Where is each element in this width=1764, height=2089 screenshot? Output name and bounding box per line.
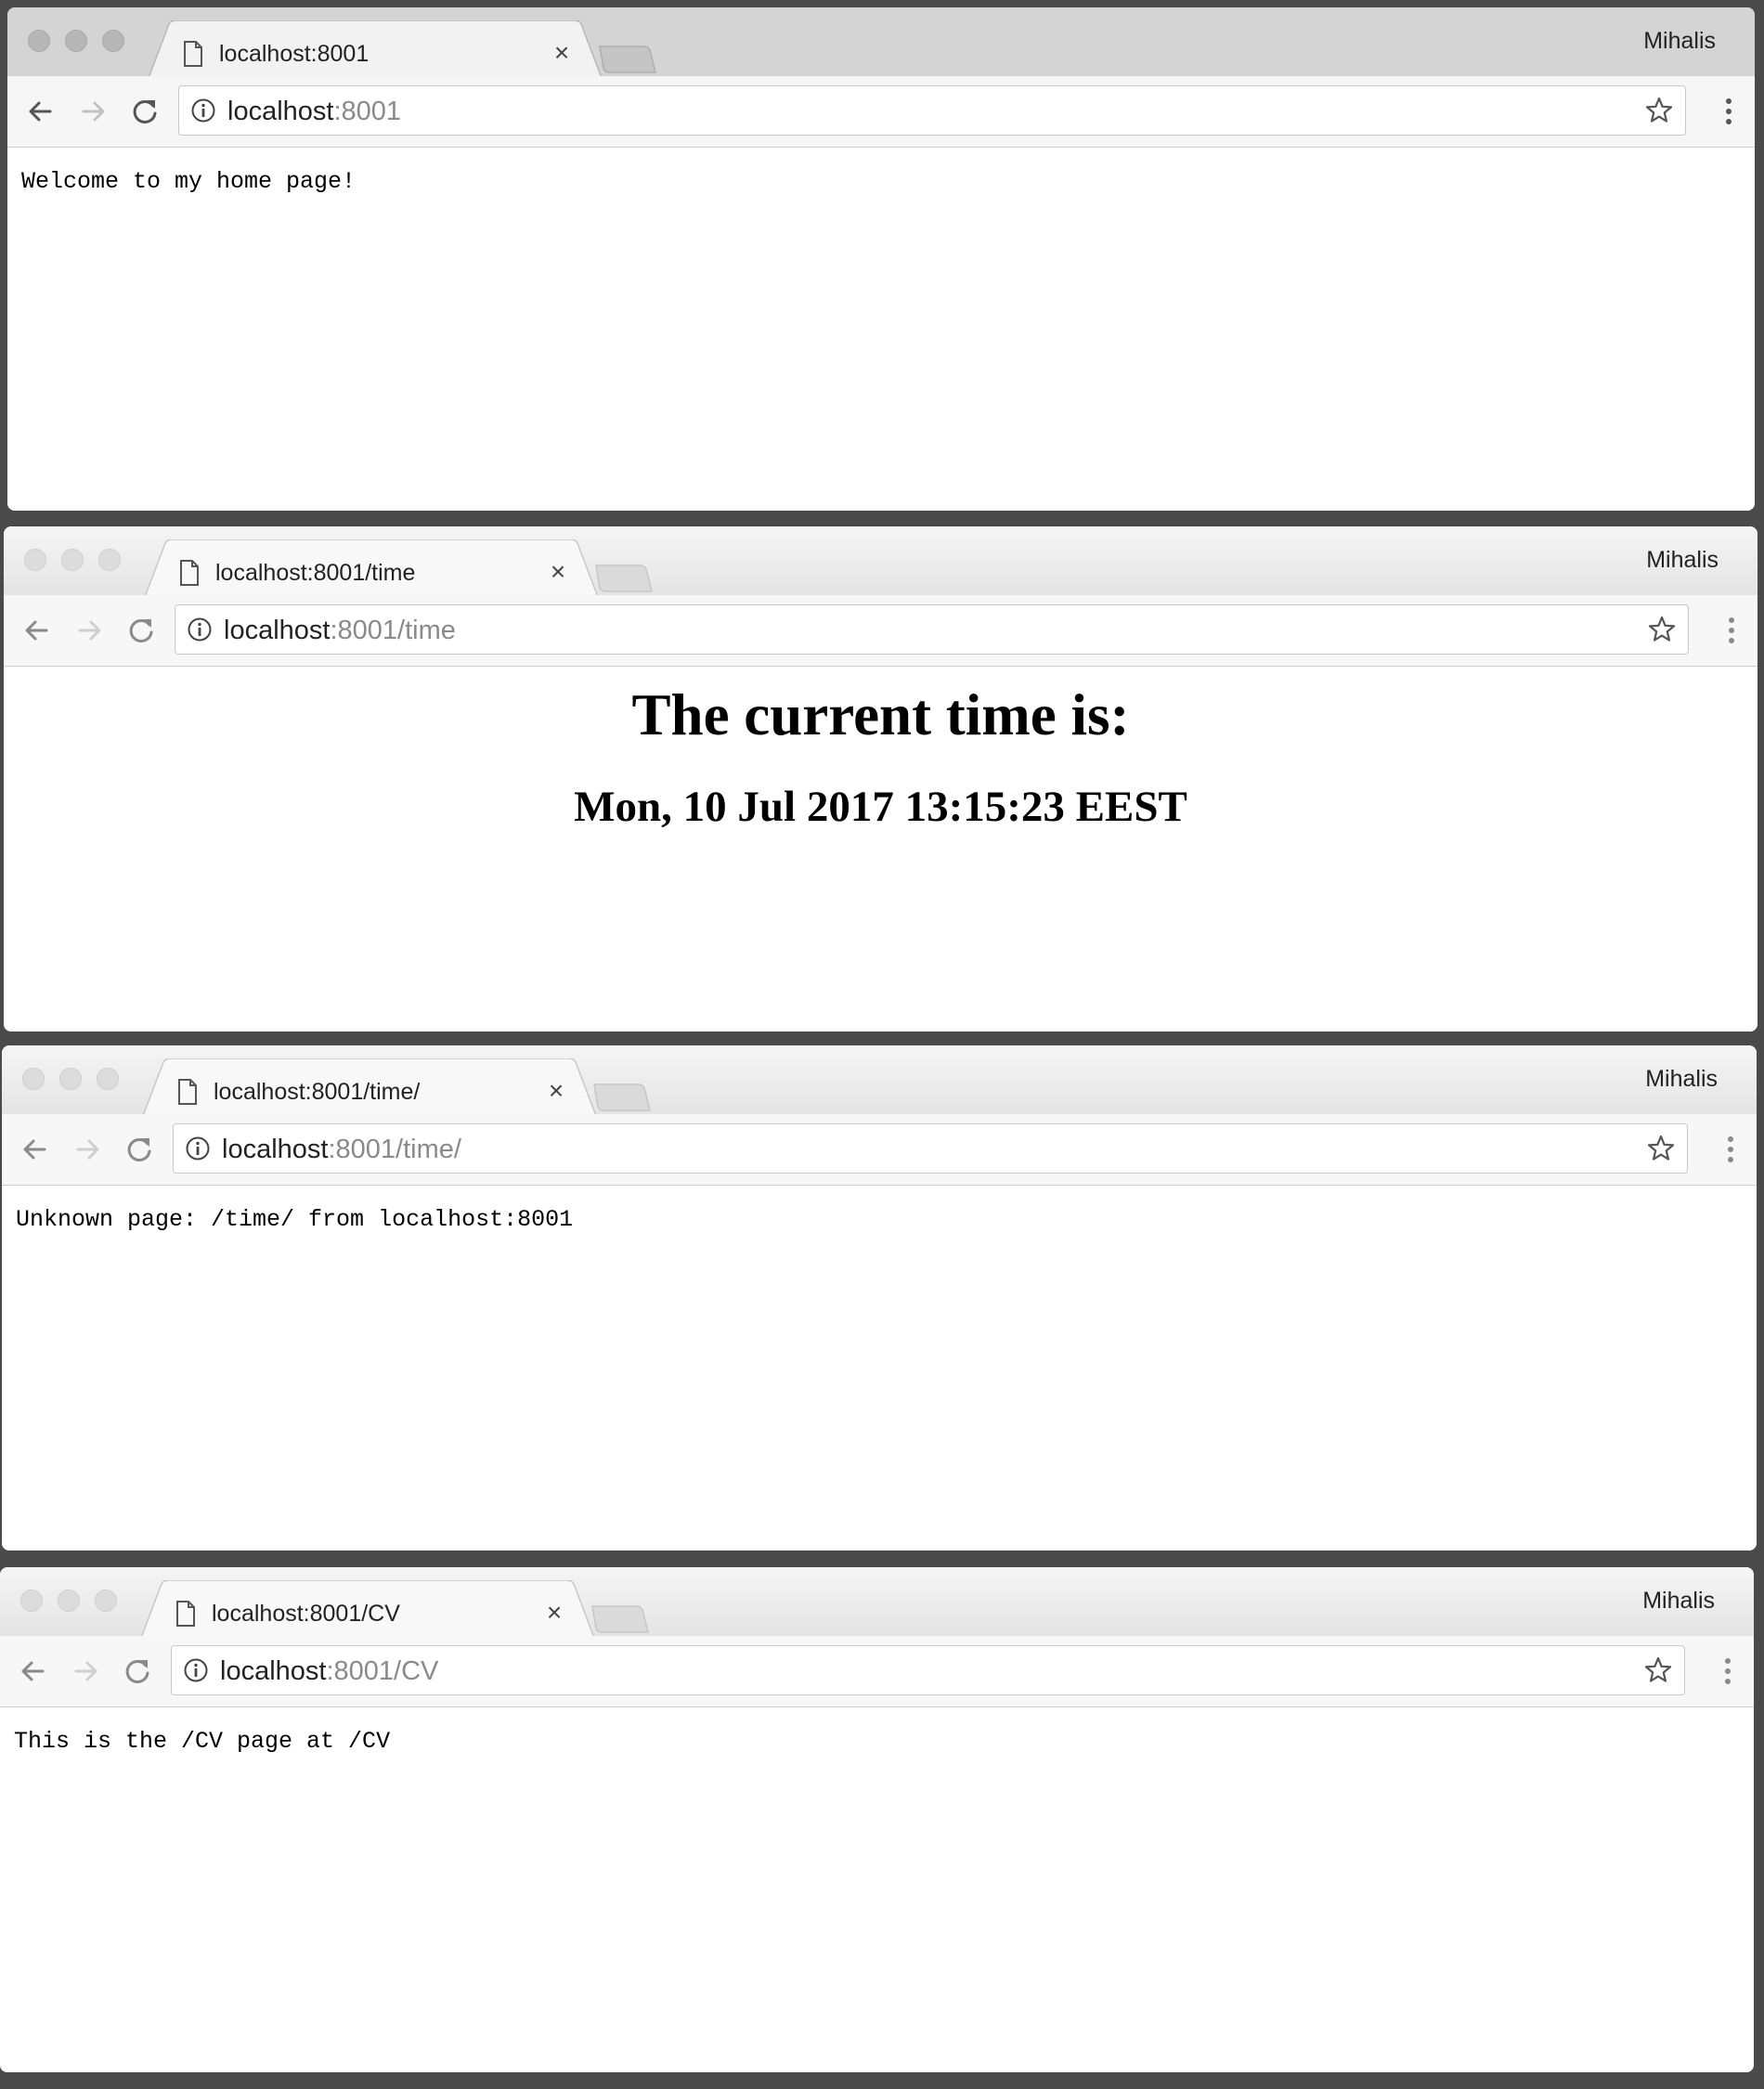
forward-arrow-icon[interactable] (65, 1651, 106, 1692)
star-icon[interactable] (1644, 96, 1674, 125)
close-window-button[interactable] (24, 549, 46, 571)
zoom-window-button[interactable] (95, 1589, 117, 1612)
file-icon (178, 1079, 197, 1105)
file-icon (176, 1601, 195, 1627)
tab-shape (149, 20, 602, 78)
url-path: :8001 (333, 97, 402, 126)
address-bar[interactable]: localhost:8001 (178, 85, 1686, 136)
kebab-menu-icon[interactable] (1726, 616, 1737, 645)
browser-window-cv: localhost:8001/CV × Mihalis localhost:80… (0, 1567, 1754, 2072)
tab-strip: localhost:8001/time/ × Mihalis (2, 1045, 1757, 1116)
back-arrow-icon[interactable] (17, 610, 58, 651)
url-text: localhost:8001/time/ (222, 1135, 461, 1165)
current-time: Mon, 10 Jul 2017 13:15:23 EEST (574, 783, 1187, 831)
tab-title: localhost:8001 (219, 41, 370, 67)
back-arrow-icon[interactable] (20, 91, 61, 132)
tab-strip: localhost:8001 × Mihalis (7, 7, 1755, 78)
tab-title: localhost:8001/time/ (214, 1079, 421, 1105)
minimize-window-button[interactable] (65, 30, 87, 52)
url-text: localhost:8001 (227, 97, 401, 127)
url-path: :8001/time (330, 616, 456, 645)
close-icon[interactable]: × (540, 1075, 572, 1107)
url-host: localhost (222, 1135, 329, 1164)
star-icon[interactable] (1647, 615, 1677, 644)
back-arrow-icon[interactable] (15, 1129, 56, 1170)
page-text: Unknown page: /time/ from localhost:8001 (16, 1206, 574, 1233)
new-tab-button[interactable] (594, 564, 654, 593)
forward-arrow-icon[interactable] (69, 610, 110, 651)
url-text: localhost:8001/CV (220, 1656, 438, 1687)
tab-active[interactable]: localhost:8001/time × (145, 539, 598, 597)
address-bar[interactable]: localhost:8001/time/ (173, 1123, 1688, 1174)
close-icon[interactable]: × (538, 1597, 570, 1628)
page-content: This is the /CV page at /CV (0, 1707, 1754, 2072)
tab-strip: localhost:8001/time × Mihalis (4, 526, 1758, 597)
page-content: Unknown page: /time/ from localhost:8001 (2, 1186, 1757, 1551)
tab-active[interactable]: localhost:8001 × (149, 20, 602, 78)
toolbar: localhost:8001 (7, 76, 1755, 148)
page-text: This is the /CV page at /CV (14, 1728, 391, 1755)
info-icon[interactable] (190, 97, 216, 123)
reload-icon[interactable] (117, 1651, 158, 1692)
profile-name[interactable]: Mihalis (1642, 1588, 1715, 1615)
address-bar[interactable]: localhost:8001/time (175, 604, 1689, 655)
back-arrow-icon[interactable] (13, 1651, 54, 1692)
minimize-window-button[interactable] (59, 1068, 82, 1090)
star-icon[interactable] (1643, 1655, 1673, 1685)
tab-title: localhost:8001/time (215, 560, 416, 586)
new-tab-button[interactable] (590, 1604, 650, 1634)
kebab-menu-icon[interactable] (1722, 1656, 1733, 1686)
zoom-window-button[interactable] (97, 1068, 119, 1090)
url-host: localhost (227, 97, 334, 126)
kebab-menu-icon[interactable] (1723, 97, 1734, 126)
close-window-button[interactable] (28, 30, 50, 52)
browser-window-time: localhost:8001/time × Mihalis localhost:… (4, 526, 1758, 1032)
info-icon[interactable] (185, 1135, 211, 1161)
page-content: The current time is: Mon, 10 Jul 2017 13… (4, 667, 1758, 1032)
file-icon (184, 41, 202, 67)
forward-arrow-icon[interactable] (72, 91, 113, 132)
url-path: :8001/time/ (328, 1135, 461, 1164)
browser-window-home: localhost:8001 × Mihalis localhost:8001 (7, 7, 1755, 511)
forward-arrow-icon[interactable] (67, 1129, 108, 1170)
profile-name[interactable]: Mihalis (1643, 28, 1716, 55)
close-icon[interactable]: × (542, 556, 574, 588)
profile-name[interactable]: Mihalis (1646, 547, 1719, 574)
page-heading: The current time is: (631, 682, 1130, 747)
kebab-menu-icon[interactable] (1725, 1135, 1736, 1164)
info-icon[interactable] (187, 616, 213, 642)
info-icon[interactable] (183, 1657, 209, 1683)
file-icon (180, 560, 199, 586)
tab-title: localhost:8001/CV (212, 1601, 400, 1627)
page-text: Welcome to my home page! (21, 168, 357, 195)
tab-active[interactable]: localhost:8001/time/ × (143, 1058, 596, 1116)
page-content: Welcome to my home page! (7, 148, 1755, 511)
close-window-button[interactable] (22, 1068, 45, 1090)
toolbar: localhost:8001/time/ (2, 1114, 1757, 1186)
minimize-window-button[interactable] (61, 549, 84, 571)
profile-name[interactable]: Mihalis (1645, 1066, 1718, 1093)
url-text: localhost:8001/time (224, 616, 456, 646)
url-host: localhost (220, 1656, 327, 1686)
zoom-window-button[interactable] (102, 30, 124, 52)
minimize-window-button[interactable] (58, 1589, 80, 1612)
reload-icon[interactable] (121, 610, 162, 651)
zoom-window-button[interactable] (98, 549, 121, 571)
tab-active[interactable]: localhost:8001/CV × (141, 1580, 594, 1638)
url-host: localhost (224, 616, 331, 645)
new-tab-button[interactable] (598, 45, 657, 74)
address-bar[interactable]: localhost:8001/CV (171, 1645, 1685, 1695)
close-icon[interactable]: × (546, 37, 577, 69)
toolbar: localhost:8001/time (4, 595, 1758, 667)
new-tab-button[interactable] (592, 1083, 652, 1112)
reload-icon[interactable] (119, 1129, 160, 1170)
tab-strip: localhost:8001/CV × Mihalis (0, 1567, 1754, 1638)
url-path: :8001/CV (326, 1656, 439, 1686)
browser-window-unknown: localhost:8001/time/ × Mihalis localhost… (2, 1045, 1757, 1551)
star-icon[interactable] (1646, 1134, 1676, 1163)
close-window-button[interactable] (20, 1589, 43, 1612)
reload-icon[interactable] (124, 91, 165, 132)
toolbar: localhost:8001/CV (0, 1636, 1754, 1707)
